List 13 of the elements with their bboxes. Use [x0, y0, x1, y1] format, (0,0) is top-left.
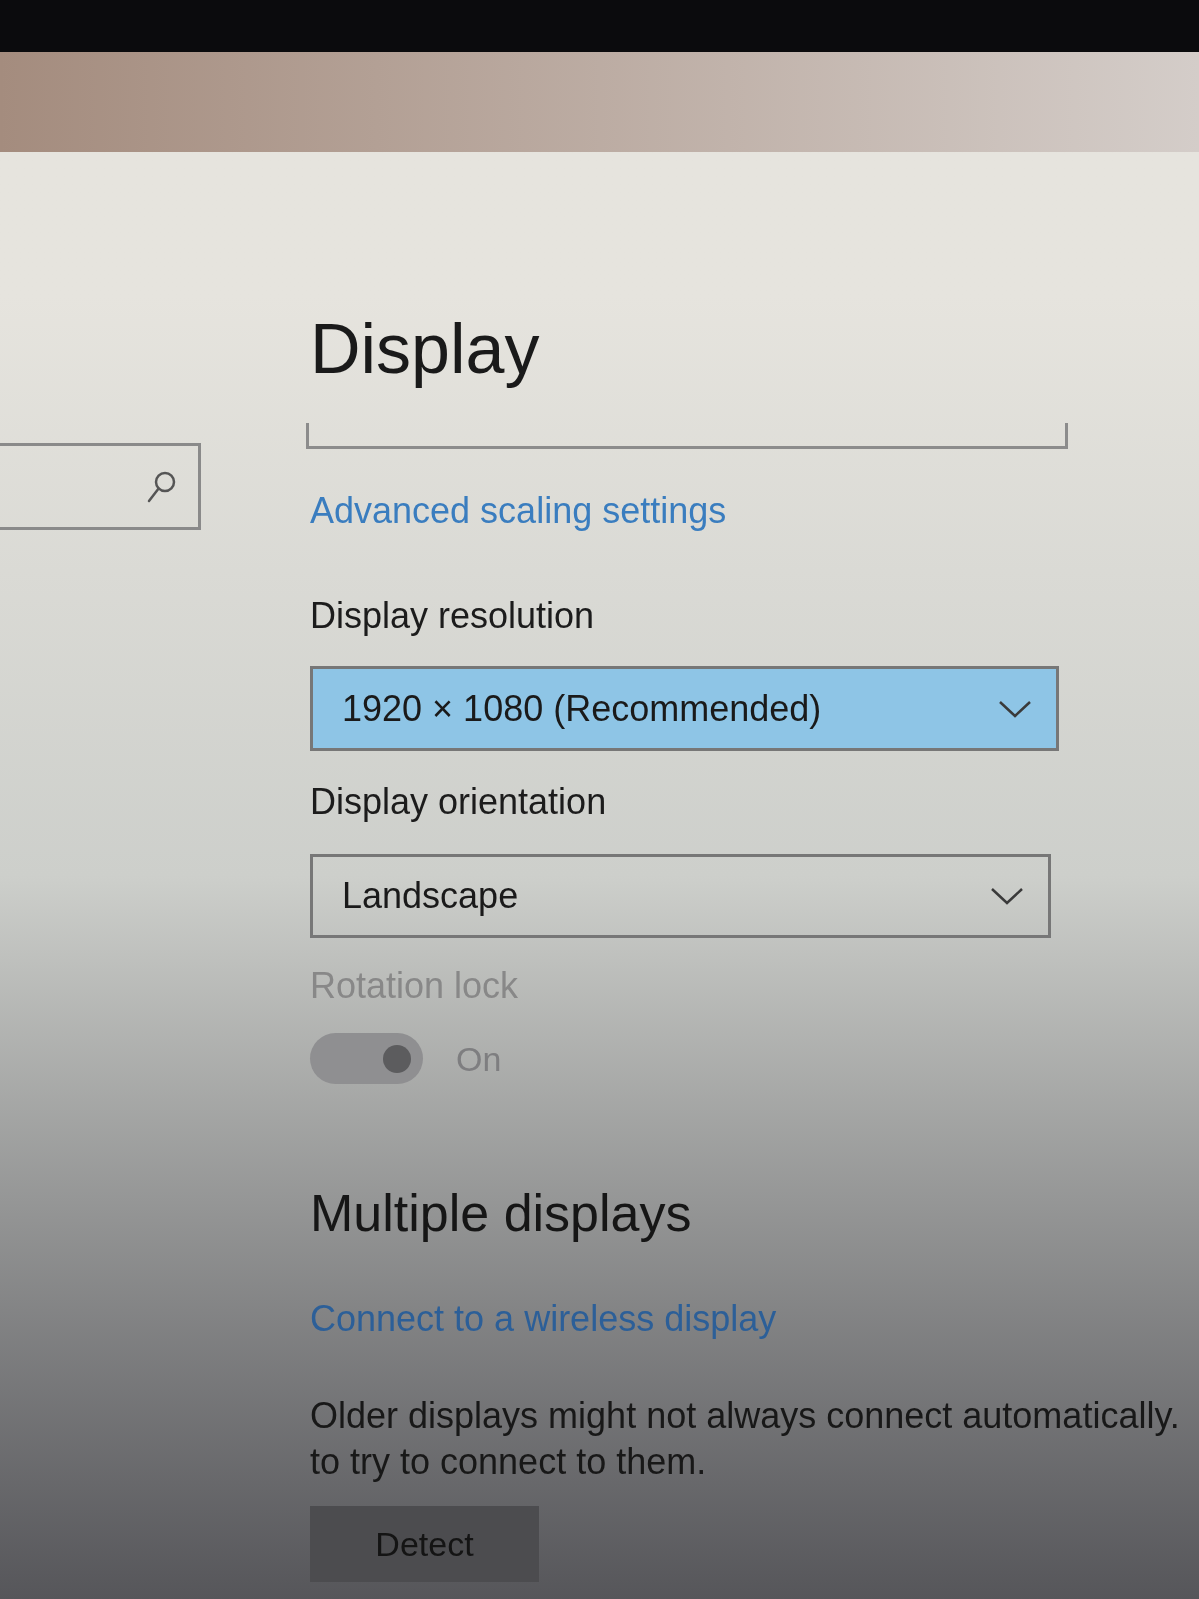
- chevron-down-icon: [998, 699, 1032, 718]
- dropdown-label: Display orientation: [310, 784, 607, 820]
- search-icon: [146, 469, 176, 504]
- chevron-down-icon: [990, 887, 1024, 905]
- wireless-display-link[interactable]: Connect to a wireless display: [310, 1301, 777, 1337]
- detect-button[interactable]: Detect: [310, 1506, 539, 1582]
- dropdown[interactable]: 1920 × 1080 (Recommended): [310, 666, 1059, 751]
- dropdown[interactable]: Landscape: [310, 854, 1051, 938]
- description-text: to try to connect to them.: [310, 1444, 707, 1480]
- dropdown-label: Display resolution: [310, 598, 595, 634]
- description-text: Older displays might not always connect automatically.: [310, 1398, 1180, 1434]
- search-field[interactable]: [0, 443, 201, 530]
- advanced-scaling-link[interactable]: Advanced scaling settings: [310, 493, 727, 529]
